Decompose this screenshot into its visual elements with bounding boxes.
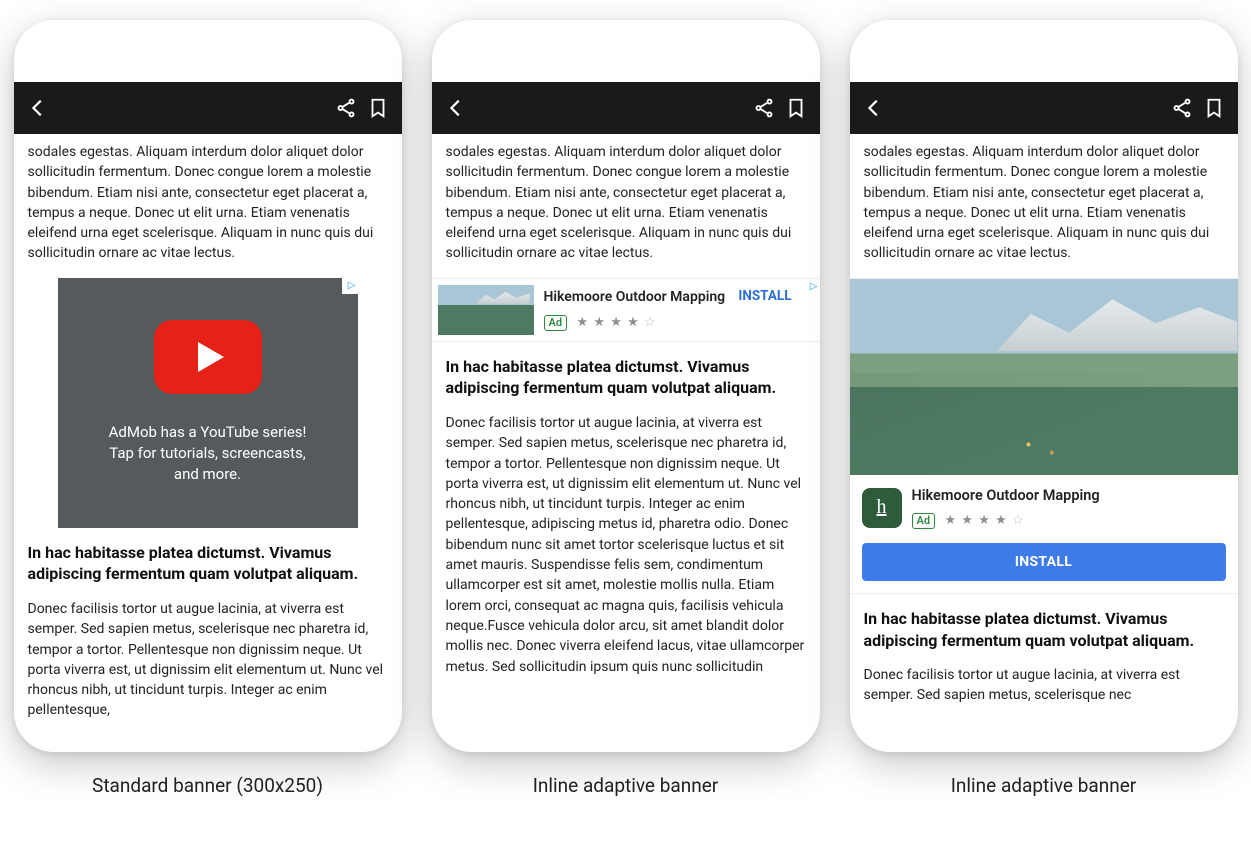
ad-badge: Ad: [544, 315, 568, 331]
article-content: sodales egestas. Aliquam interdum dolor …: [432, 134, 820, 752]
article-paragraph: Donec facilisis tortor ut augue lacinia,…: [28, 599, 388, 721]
article-paragraph: Donec facilisis tortor ut augue lacinia,…: [864, 665, 1224, 706]
phone-column-2: sodales egestas. Aliquam interdum dolor …: [432, 20, 820, 797]
ad-thumbnail: [438, 285, 534, 335]
app-bar: [432, 82, 820, 134]
article-paragraph: Donec facilisis tortor ut augue lacinia,…: [446, 413, 806, 677]
phone-column-1: sodales egestas. Aliquam interdum dolor …: [14, 20, 402, 797]
phone-frame-1: sodales egestas. Aliquam interdum dolor …: [14, 20, 402, 752]
back-icon[interactable]: [26, 96, 50, 120]
phone-frame-2: sodales egestas. Aliquam interdum dolor …: [432, 20, 820, 752]
inline-adaptive-ad-large[interactable]: ▷ h Hikemoore Outdoor Mapping Ad ★ ★ ★ ★…: [850, 278, 1238, 594]
install-button[interactable]: INSTALL: [862, 543, 1226, 581]
article-paragraph: sodales egestas. Aliquam interdum dolor …: [446, 142, 806, 264]
adchoices-icon[interactable]: ▷: [804, 279, 820, 295]
phone-caption: Standard banner (300x250): [92, 774, 323, 797]
back-icon[interactable]: [862, 96, 886, 120]
article-heading: In hac habitasse platea dictumst. Vivamu…: [28, 542, 388, 585]
phone-caption: Inline adaptive banner: [533, 774, 718, 797]
ad-badge: Ad: [912, 513, 936, 529]
ad-text-line: Tap for tutorials, screencasts,: [109, 443, 306, 464]
phone-column-3: sodales egestas. Aliquam interdum dolor …: [850, 20, 1238, 797]
ad-text-line: and more.: [174, 464, 241, 485]
ad-text-line: AdMob has a YouTube series!: [109, 422, 307, 443]
share-icon[interactable]: [752, 96, 776, 120]
phone-notch-spacer: [850, 20, 1238, 82]
ad-meta-row: h Hikemoore Outdoor Mapping Ad ★ ★ ★ ★ ☆: [850, 475, 1238, 537]
bookmark-icon[interactable]: [1202, 96, 1226, 120]
share-icon[interactable]: [334, 96, 358, 120]
ad-title: Hikemoore Outdoor Mapping: [912, 485, 1100, 506]
phone-notch-spacer: [14, 20, 402, 82]
app-bar: [850, 82, 1238, 134]
standard-banner-ad[interactable]: ▷ AdMob has a YouTube series! Tap for tu…: [58, 278, 358, 528]
phones-row: sodales egestas. Aliquam interdum dolor …: [10, 20, 1241, 797]
ad-meta-row: Ad ★ ★ ★ ★ ☆: [912, 510, 1100, 531]
youtube-play-icon: [154, 320, 262, 394]
phone-frame-3: sodales egestas. Aliquam interdum dolor …: [850, 20, 1238, 752]
app-bar: [14, 82, 402, 134]
share-icon[interactable]: [1170, 96, 1194, 120]
bookmark-icon[interactable]: [366, 96, 390, 120]
article-paragraph: sodales egestas. Aliquam interdum dolor …: [864, 142, 1224, 264]
inline-adaptive-ad-small[interactable]: ▷ Hikemoore Outdoor Mapping Ad ★ ★ ★ ★ ☆…: [432, 278, 820, 342]
article-content: sodales egestas. Aliquam interdum dolor …: [14, 134, 402, 752]
article-heading: In hac habitasse platea dictumst. Vivamu…: [446, 356, 806, 399]
adchoices-icon[interactable]: ▷: [342, 278, 358, 294]
ad-hero-image: [850, 279, 1238, 475]
phone-caption: Inline adaptive banner: [951, 774, 1136, 797]
ad-meta-row: Ad ★ ★ ★ ★ ☆: [544, 312, 810, 333]
bookmark-icon[interactable]: [784, 96, 808, 120]
ad-rating: ★ ★ ★ ★ ☆: [945, 513, 1025, 528]
article-heading: In hac habitasse platea dictumst. Vivamu…: [864, 608, 1224, 651]
back-icon[interactable]: [444, 96, 468, 120]
phone-notch-spacer: [432, 20, 820, 82]
install-button[interactable]: INSTALL: [738, 287, 791, 307]
ad-app-icon: h: [862, 488, 902, 528]
article-paragraph: sodales egestas. Aliquam interdum dolor …: [28, 142, 388, 264]
article-content: sodales egestas. Aliquam interdum dolor …: [850, 134, 1238, 752]
ad-rating: ★ ★ ★ ★ ☆: [577, 315, 657, 330]
